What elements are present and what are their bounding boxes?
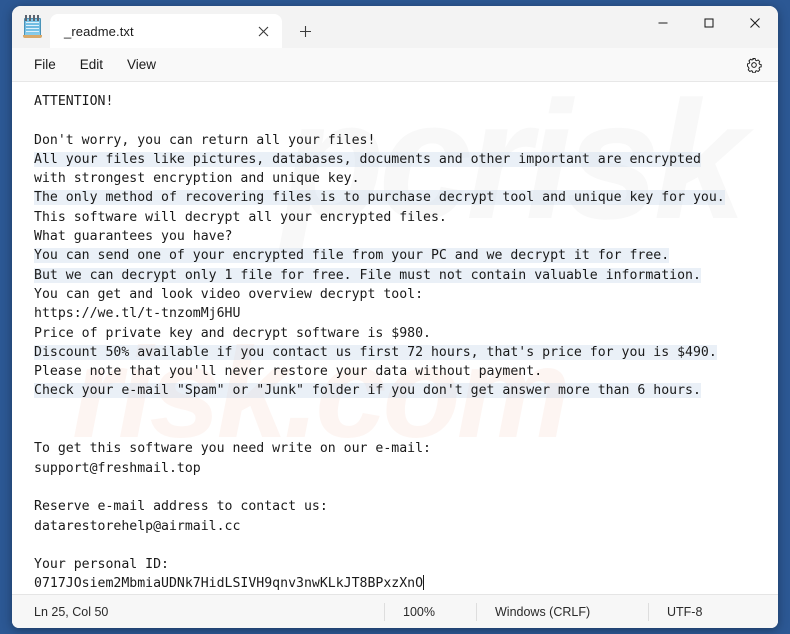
title-bar: _readme.txt: [12, 6, 778, 48]
document-line: Price of private key and decrypt softwar…: [34, 325, 431, 341]
tab-readme[interactable]: _readme.txt: [50, 14, 282, 48]
text-editor[interactable]: pcrisk risk.com ATTENTION! Don't worry, y…: [12, 82, 778, 594]
menu-bar: File Edit View: [12, 48, 778, 82]
minimize-icon[interactable]: [640, 6, 686, 40]
document-line: datarestorehelp@airmail.cc: [34, 518, 241, 534]
close-tab-icon[interactable]: [250, 19, 276, 43]
document-line: https://we.tl/t-tnzomMj6HU: [34, 306, 241, 322]
notepad-window: _readme.txt File Edit View pcrisk risk.c…: [12, 6, 778, 628]
document-line: Reserve e-mail address to contact us:: [34, 499, 328, 515]
document-line: You can get and look video overview decr…: [34, 286, 424, 302]
document-line: Your personal ID:: [34, 557, 169, 573]
status-cursor-position: Ln 25, Col 50: [34, 604, 109, 619]
document-line: Check your e-mail "Spam" or "Junk" folde…: [34, 383, 701, 399]
document-line: ATTENTION!: [34, 94, 114, 109]
document-line: This software will decrypt all your encr…: [34, 209, 447, 225]
document-line: with strongest encryption and unique key…: [34, 171, 360, 187]
document-line: To get this software you need write on o…: [34, 441, 431, 457]
document-line: The only method of recovering files is t…: [34, 190, 725, 206]
document-text[interactable]: ATTENTION! Don't worry, you can return al…: [12, 82, 778, 594]
text-caret: [423, 575, 425, 591]
menu-item-view[interactable]: View: [115, 53, 168, 76]
maximize-icon[interactable]: [686, 6, 732, 40]
document-line: You can send one of your encrypted file …: [34, 248, 670, 264]
document-line: support@freshmail.top: [34, 460, 201, 476]
tab-title: _readme.txt: [64, 23, 134, 39]
window-controls: [640, 6, 778, 40]
new-tab-icon[interactable]: [290, 16, 320, 46]
document-line: All your files like pictures, databases,…: [34, 151, 701, 167]
document-line: 0717JOsiem2MbmiaUDNk7HidLSIVH9qnv3nwKLkJ…: [34, 575, 425, 592]
menu-item-edit[interactable]: Edit: [68, 53, 115, 76]
status-zoom-level[interactable]: 100%: [384, 602, 476, 621]
document-line: Please note that you'll never restore yo…: [34, 364, 543, 380]
document-line: Discount 50% available if you contact us…: [34, 344, 717, 360]
document-line: Don't worry, you can return all your fil…: [34, 132, 376, 148]
gear-icon[interactable]: [740, 52, 768, 78]
document-line: But we can decrypt only 1 file for free.…: [34, 267, 701, 283]
status-encoding[interactable]: UTF-8: [648, 602, 768, 621]
menu-item-file[interactable]: File: [22, 53, 68, 76]
status-bar: Ln 25, Col 50 100% Windows (CRLF) UTF-8: [12, 594, 778, 628]
status-line-ending[interactable]: Windows (CRLF): [476, 602, 648, 621]
document-line: What guarantees you have?: [34, 229, 233, 245]
close-icon[interactable]: [732, 6, 778, 40]
notepad-icon: [22, 14, 44, 40]
